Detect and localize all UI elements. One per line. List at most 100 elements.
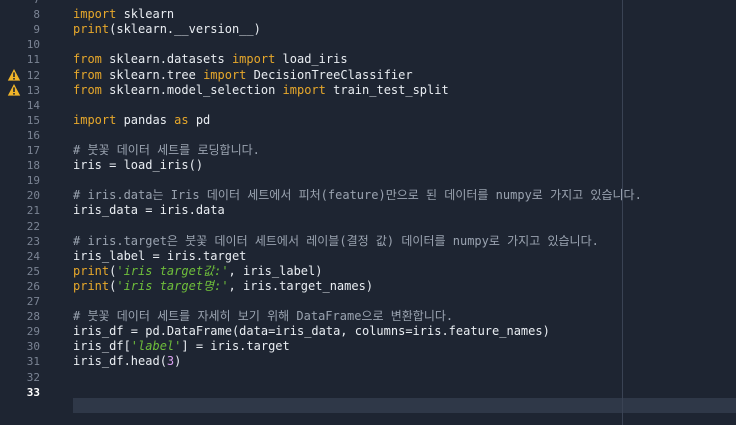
code-token: 'iris target값:' [116, 264, 229, 278]
code-token: # 붓꽃 데이터 세트를 자세히 보기 위해 DataFrame으로 변환합니다… [73, 309, 454, 323]
code-line[interactable]: # 붓꽃 데이터 세트를 로딩합니다. [56, 143, 736, 158]
code-token: sklearn.datasets [101, 52, 232, 66]
code-line[interactable]: iris_df['label'] = iris.target [56, 339, 736, 354]
code-line[interactable]: from sklearn.tree import DecisionTreeCla… [56, 68, 736, 83]
code-token: 'iris target명:' [116, 279, 229, 293]
code-line[interactable] [56, 128, 736, 143]
code-token: DecisionTreeClassifier [246, 68, 413, 82]
code-token: ] = iris.target [181, 339, 290, 353]
code-line[interactable]: from sklearn.model_selection import trai… [56, 83, 736, 98]
code-line-text: # 붓꽃 데이터 세트를 자세히 보기 위해 DataFrame으로 변환합니다… [73, 309, 453, 324]
code-token: # iris.data는 Iris 데이터 세트에서 피처(feature)만으… [73, 188, 642, 202]
code-line[interactable]: iris_label = iris.target [56, 249, 736, 264]
code-line[interactable] [56, 37, 736, 52]
line-number: 27 [26, 295, 40, 308]
code-line[interactable]: # iris.target은 붓꽃 데이터 세트에서 레이블(결정 값) 데이터… [56, 234, 736, 249]
code-line-text: # iris.data는 Iris 데이터 세트에서 피처(feature)만으… [73, 188, 642, 203]
code-token: import [231, 52, 276, 66]
code-token: # 붓꽃 데이터 세트를 로딩합니다. [73, 143, 260, 157]
line-number: 16 [26, 129, 40, 142]
line-number: 24 [26, 250, 40, 263]
code-line[interactable]: iris_df.head(3) [56, 354, 736, 369]
code-token: (sklearn.__version__) [109, 22, 261, 36]
code-token: pd [188, 113, 211, 127]
line-number: 30 [26, 340, 40, 353]
line-number: 31 [26, 355, 40, 368]
code-token: sklearn.tree [101, 68, 204, 82]
code-token: from [73, 68, 102, 82]
code-line[interactable]: # 붓꽃 데이터 세트를 자세히 보기 위해 DataFrame으로 변환합니다… [56, 309, 736, 324]
code-line-text: iris_label = iris.target [73, 249, 246, 264]
code-line-text: import pandas as pd [73, 113, 210, 128]
code-line-text: from sklearn.datasets import load_iris [73, 52, 348, 67]
column-guide [622, 0, 623, 425]
code-token: iris_df = pd.DataFrame(data=iris_data, c… [73, 324, 550, 338]
line-number: 15 [26, 114, 40, 127]
line-number: 17 [26, 144, 40, 157]
code-line[interactable]: iris = load_iris() [56, 158, 736, 173]
line-number: 10 [26, 38, 40, 51]
code-token: ) [174, 354, 182, 368]
code-line[interactable]: print(sklearn.__version__) [56, 22, 736, 37]
line-number: 25 [26, 265, 40, 278]
code-line[interactable]: iris_df = pd.DataFrame(data=iris_data, c… [56, 324, 736, 339]
code-line[interactable] [56, 385, 736, 400]
code-editor[interactable]: 7891011121314151617181920212223242526272… [0, 0, 736, 425]
code-line[interactable]: import sklearn [56, 7, 736, 22]
code-line-text: print(sklearn.__version__) [73, 22, 261, 37]
code-line[interactable] [56, 98, 736, 113]
code-line[interactable] [56, 173, 736, 188]
code-token: , iris.target_names) [228, 279, 374, 293]
line-number: 19 [26, 174, 40, 187]
code-line[interactable] [56, 0, 736, 7]
code-token: # iris.target은 붓꽃 데이터 세트에서 레이블(결정 값) 데이터… [73, 234, 599, 248]
line-number: 28 [26, 310, 40, 323]
code-token: iris_df[ [73, 339, 131, 353]
code-line[interactable]: import pandas as pd [56, 113, 736, 128]
code-line-text: iris_data = iris.data [73, 203, 225, 218]
code-token: import [203, 68, 247, 82]
code-line-text: iris = load_iris() [73, 158, 203, 173]
code-line[interactable] [56, 370, 736, 385]
code-line[interactable] [56, 219, 736, 234]
code-token: , iris_label) [228, 264, 323, 278]
code-line-text: print('iris target값:', iris_label) [73, 264, 322, 279]
code-line-text: from sklearn.model_selection import trai… [73, 83, 449, 98]
code-token: as [174, 113, 189, 127]
code-line-text: print('iris target명:', iris.target_names… [73, 279, 373, 294]
line-number: 22 [26, 220, 40, 233]
code-line-text: iris_df.head(3) [73, 354, 181, 369]
code-area[interactable]: import sklearn print(sklearn.__version__)… [56, 0, 736, 425]
code-token: print [73, 264, 110, 278]
code-token: sklearn [116, 7, 175, 21]
code-token: sklearn.model_selection [101, 83, 283, 97]
line-number: 21 [26, 204, 40, 217]
line-number: 9 [33, 23, 40, 36]
line-number: 7 [0, 0, 40, 7]
code-token: import [73, 113, 117, 127]
current-line-highlight [73, 398, 736, 413]
code-line[interactable]: print('iris target명:', iris.target_names… [56, 279, 736, 294]
code-line[interactable] [56, 294, 736, 309]
code-line-text: from sklearn.tree import DecisionTreeCla… [73, 68, 413, 83]
code-line-text: iris_df = pd.DataFrame(data=iris_data, c… [73, 324, 550, 339]
code-token: train_test_split [325, 83, 449, 97]
line-number: 8 [33, 8, 40, 21]
code-token: iris_label = iris.target [73, 249, 247, 263]
warning-icon[interactable] [7, 83, 21, 97]
code-token: print [73, 22, 110, 36]
warning-icon[interactable] [7, 68, 21, 82]
code-token: import [73, 7, 117, 21]
code-line[interactable]: # iris.data는 Iris 데이터 세트에서 피처(feature)만으… [56, 188, 736, 203]
code-token: from [73, 52, 102, 66]
code-token: print [73, 279, 110, 293]
code-line[interactable]: from sklearn.datasets import load_iris [56, 52, 736, 67]
code-line[interactable]: print('iris target값:', iris_label) [56, 264, 736, 279]
code-token: iris_df.head( [73, 354, 167, 368]
code-line-text: # 붓꽃 데이터 세트를 로딩합니다. [73, 143, 260, 158]
code-line[interactable]: iris_data = iris.data [56, 203, 736, 218]
line-number-gutter: 7891011121314151617181920212223242526272… [0, 0, 56, 425]
code-token: iris_data = iris.data [73, 203, 225, 217]
code-token: 'label' [130, 339, 182, 353]
code-token: from [73, 83, 102, 97]
